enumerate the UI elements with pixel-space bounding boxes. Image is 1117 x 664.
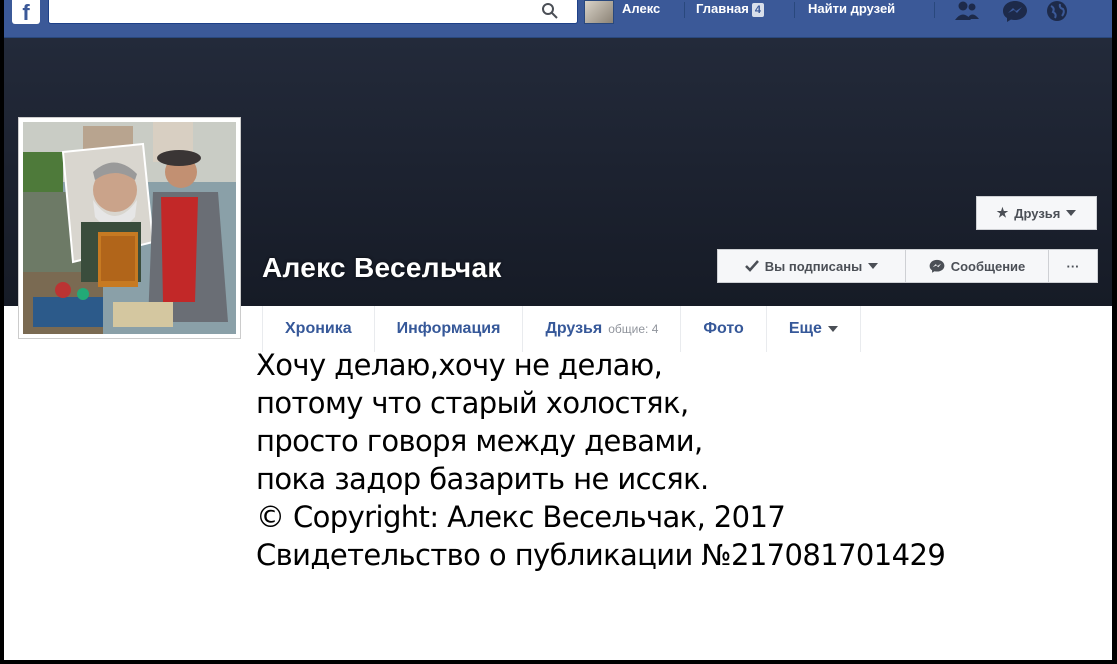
- tab-more-label: Еще: [788, 320, 822, 337]
- star-icon: ★: [996, 205, 1009, 220]
- nav-divider: [684, 2, 685, 18]
- poem-line: пока задор базарить не иссяк.: [256, 462, 709, 496]
- nav-home-link[interactable]: Главная 4: [696, 0, 764, 18]
- friend-requests-icon[interactable]: [954, 0, 980, 22]
- poem-line: Хочу делаю,хочу не делаю,: [256, 348, 663, 382]
- poem-line: потому что старый холостяк,: [256, 386, 689, 420]
- message-button[interactable]: Сообщение: [906, 250, 1049, 282]
- nav-user-name[interactable]: Алекс: [622, 0, 660, 18]
- nav-home-count-badge: 4: [751, 3, 764, 17]
- user-avatar[interactable]: [584, 0, 614, 24]
- following-button[interactable]: Вы подписаны: [718, 250, 906, 282]
- tab-photos-label: Фото: [703, 320, 744, 337]
- messenger-icon: [929, 259, 945, 273]
- search-input[interactable]: [49, 0, 529, 22]
- publication-certificate-line: Свидетельство о публикации №217081701429: [256, 538, 946, 572]
- more-options-button[interactable]: ···: [1049, 250, 1097, 282]
- poem-text: Хочу делаю,хочу не делаю, потому что ста…: [256, 346, 946, 574]
- tab-about-label: Информация: [396, 320, 501, 337]
- notifications-globe-icon[interactable]: [1044, 0, 1070, 22]
- tab-friends-mutual-count: общие: 4: [608, 322, 659, 336]
- nav-divider: [794, 2, 795, 18]
- chevron-down-icon: [827, 326, 838, 332]
- search-icon[interactable]: [541, 2, 559, 20]
- more-icon: ···: [1066, 258, 1080, 274]
- top-navigation-bar: f Алекс Главная 4 Найти друзей: [4, 0, 1112, 38]
- nav-find-friends-link[interactable]: Найти друзей: [808, 0, 895, 18]
- following-label: Вы подписаны: [764, 258, 863, 274]
- chevron-down-icon: [1066, 210, 1077, 216]
- nav-home-label: Главная: [696, 1, 749, 16]
- copyright-line: © Copyright: Алекс Весельчак, 2017: [256, 500, 786, 534]
- nav-divider: [934, 2, 935, 18]
- search-box[interactable]: [48, 0, 578, 24]
- profile-name: Алекс Весельчак: [262, 252, 502, 283]
- profile-actions-group: Вы подписаны Сообщение ···: [717, 249, 1098, 283]
- checkmark-icon: [744, 260, 759, 272]
- profile-picture[interactable]: [18, 117, 241, 339]
- facebook-profile-page: f Алекс Главная 4 Найти друзей Алекс Вес…: [4, 0, 1112, 660]
- chevron-down-icon: [868, 263, 879, 269]
- profile-picture-image: [23, 122, 236, 334]
- tab-friends-label: Друзья: [545, 320, 603, 337]
- friends-status-label: Друзья: [1014, 205, 1061, 221]
- message-label: Сообщение: [950, 258, 1026, 274]
- poem-line: просто говоря между девами,: [256, 424, 703, 458]
- friends-status-button[interactable]: ★ Друзья: [976, 196, 1097, 230]
- facebook-logo-icon[interactable]: f: [12, 0, 40, 25]
- messenger-icon[interactable]: [1002, 0, 1028, 22]
- tab-timeline-label: Хроника: [285, 320, 352, 337]
